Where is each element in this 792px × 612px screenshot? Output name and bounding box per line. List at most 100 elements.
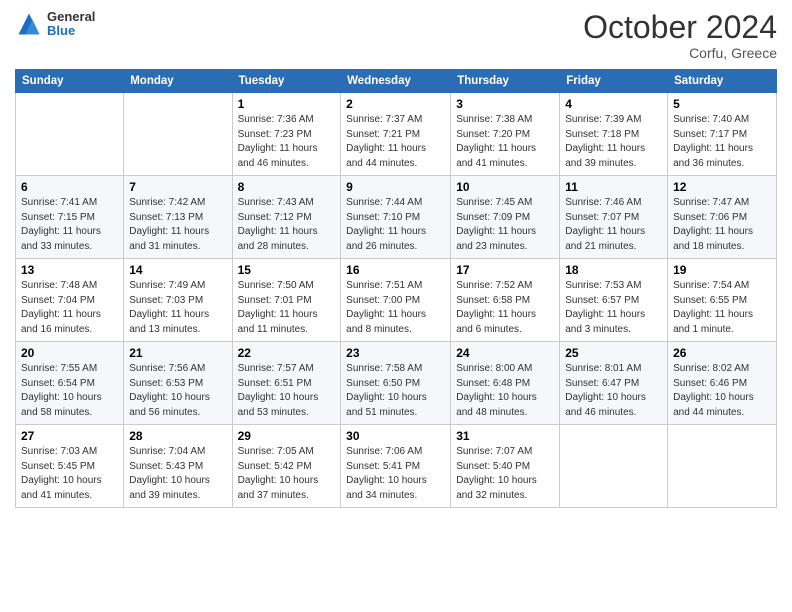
day-info: Sunrise: 7:43 AM bbox=[238, 196, 336, 211]
day-info: Sunset: 5:43 PM bbox=[129, 460, 226, 475]
day-info: Sunrise: 7:07 AM bbox=[456, 445, 554, 460]
day-info: Sunrise: 7:53 AM bbox=[565, 279, 662, 294]
day-info: Daylight: 10 hours and 32 minutes. bbox=[456, 474, 554, 503]
day-info: Daylight: 10 hours and 39 minutes. bbox=[129, 474, 226, 503]
table-row: 13Sunrise: 7:48 AMSunset: 7:04 PMDayligh… bbox=[16, 259, 124, 342]
day-info: Sunset: 6:46 PM bbox=[673, 377, 771, 392]
day-info: Sunrise: 7:57 AM bbox=[238, 362, 336, 377]
day-number: 21 bbox=[129, 346, 226, 360]
table-row: 24Sunrise: 8:00 AMSunset: 6:48 PMDayligh… bbox=[451, 342, 560, 425]
day-info: Sunrise: 8:02 AM bbox=[673, 362, 771, 377]
col-wednesday: Wednesday bbox=[341, 70, 451, 93]
day-info: Daylight: 11 hours and 8 minutes. bbox=[346, 308, 445, 337]
day-info: Sunset: 5:42 PM bbox=[238, 460, 336, 475]
table-row: 6 Sunrise: 7:41 AMSunset: 7:15 PMDaylight… bbox=[16, 176, 124, 259]
day-number: 3 bbox=[456, 97, 554, 111]
day-info: Daylight: 11 hours and 28 minutes. bbox=[238, 225, 336, 254]
day-number: 9 bbox=[346, 180, 445, 194]
logo-icon bbox=[15, 10, 43, 38]
day-number: 30 bbox=[346, 429, 445, 443]
day-info: Sunset: 6:58 PM bbox=[456, 294, 554, 309]
table-row: 30Sunrise: 7:06 AMSunset: 5:41 PMDayligh… bbox=[341, 425, 451, 508]
day-info: Daylight: 10 hours and 56 minutes. bbox=[129, 391, 226, 420]
day-info: Sunset: 6:55 PM bbox=[673, 294, 771, 309]
day-number: 16 bbox=[346, 263, 445, 277]
col-friday: Friday bbox=[560, 70, 668, 93]
day-number: 10 bbox=[456, 180, 554, 194]
day-info: Sunrise: 8:01 AM bbox=[565, 362, 662, 377]
table-row: 25Sunrise: 8:01 AMSunset: 6:47 PMDayligh… bbox=[560, 342, 668, 425]
day-info: Sunset: 6:47 PM bbox=[565, 377, 662, 392]
day-number: 5 bbox=[673, 97, 771, 111]
day-info: Sunrise: 7:56 AM bbox=[129, 362, 226, 377]
day-info: Daylight: 10 hours and 41 minutes. bbox=[21, 474, 118, 503]
day-info: Sunset: 5:41 PM bbox=[346, 460, 445, 475]
day-info: Sunrise: 7:46 AM bbox=[565, 196, 662, 211]
day-info: Daylight: 11 hours and 11 minutes. bbox=[238, 308, 336, 337]
day-info: Sunrise: 7:58 AM bbox=[346, 362, 445, 377]
day-info: Sunrise: 7:41 AM bbox=[21, 196, 118, 211]
day-number: 6 bbox=[21, 180, 118, 194]
logo-text: General Blue bbox=[47, 10, 95, 39]
table-row: 4Sunrise: 7:39 AMSunset: 7:18 PMDaylight… bbox=[560, 93, 668, 176]
day-info: Sunset: 6:54 PM bbox=[21, 377, 118, 392]
day-info: Daylight: 11 hours and 44 minutes. bbox=[346, 142, 445, 171]
day-info: Sunrise: 7:03 AM bbox=[21, 445, 118, 460]
day-number: 24 bbox=[456, 346, 554, 360]
day-info: Daylight: 11 hours and 23 minutes. bbox=[456, 225, 554, 254]
day-info: Daylight: 11 hours and 21 minutes. bbox=[565, 225, 662, 254]
day-info: Daylight: 11 hours and 6 minutes. bbox=[456, 308, 554, 337]
day-number: 17 bbox=[456, 263, 554, 277]
day-number: 27 bbox=[21, 429, 118, 443]
day-info: Sunset: 7:13 PM bbox=[129, 211, 226, 226]
logo-blue-text: Blue bbox=[47, 24, 95, 38]
table-row: 12Sunrise: 7:47 AMSunset: 7:06 PMDayligh… bbox=[668, 176, 777, 259]
calendar-week-4: 20Sunrise: 7:55 AMSunset: 6:54 PMDayligh… bbox=[16, 342, 777, 425]
day-info: Sunrise: 7:50 AM bbox=[238, 279, 336, 294]
table-row: 8Sunrise: 7:43 AMSunset: 7:12 PMDaylight… bbox=[232, 176, 341, 259]
calendar-week-1: 1Sunrise: 7:36 AMSunset: 7:23 PMDaylight… bbox=[16, 93, 777, 176]
day-info: Daylight: 11 hours and 41 minutes. bbox=[456, 142, 554, 171]
day-info: Daylight: 11 hours and 1 minute. bbox=[673, 308, 771, 337]
day-number: 2 bbox=[346, 97, 445, 111]
table-row: 23Sunrise: 7:58 AMSunset: 6:50 PMDayligh… bbox=[341, 342, 451, 425]
day-info: Sunrise: 7:37 AM bbox=[346, 113, 445, 128]
day-info: Sunrise: 7:45 AM bbox=[456, 196, 554, 211]
day-info: Sunrise: 7:55 AM bbox=[21, 362, 118, 377]
table-row: 15Sunrise: 7:50 AMSunset: 7:01 PMDayligh… bbox=[232, 259, 341, 342]
table-row: 21Sunrise: 7:56 AMSunset: 6:53 PMDayligh… bbox=[124, 342, 232, 425]
calendar-header-row: Sunday Monday Tuesday Wednesday Thursday… bbox=[16, 70, 777, 93]
day-info: Daylight: 11 hours and 3 minutes. bbox=[565, 308, 662, 337]
logo: General Blue bbox=[15, 10, 95, 39]
day-info: Sunset: 7:15 PM bbox=[21, 211, 118, 226]
day-info: Sunrise: 7:49 AM bbox=[129, 279, 226, 294]
day-info: Sunset: 7:07 PM bbox=[565, 211, 662, 226]
day-info: Sunset: 5:40 PM bbox=[456, 460, 554, 475]
day-info: Sunset: 7:00 PM bbox=[346, 294, 445, 309]
calendar-table: Sunday Monday Tuesday Wednesday Thursday… bbox=[15, 69, 777, 508]
table-row bbox=[668, 425, 777, 508]
page: General Blue October 2024 Corfu, Greece … bbox=[0, 0, 792, 523]
day-info: Sunset: 7:17 PM bbox=[673, 128, 771, 143]
day-number: 4 bbox=[565, 97, 662, 111]
day-info: Daylight: 11 hours and 13 minutes. bbox=[129, 308, 226, 337]
day-info: Sunrise: 7:51 AM bbox=[346, 279, 445, 294]
calendar-week-3: 13Sunrise: 7:48 AMSunset: 7:04 PMDayligh… bbox=[16, 259, 777, 342]
day-info: Sunset: 7:12 PM bbox=[238, 211, 336, 226]
day-info: Sunrise: 7:47 AM bbox=[673, 196, 771, 211]
day-info: Sunset: 5:45 PM bbox=[21, 460, 118, 475]
logo-general-text: General bbox=[47, 10, 95, 24]
day-number: 13 bbox=[21, 263, 118, 277]
day-info: Sunrise: 7:05 AM bbox=[238, 445, 336, 460]
day-info: Daylight: 11 hours and 33 minutes. bbox=[21, 225, 118, 254]
table-row: 17Sunrise: 7:52 AMSunset: 6:58 PMDayligh… bbox=[451, 259, 560, 342]
day-info: Sunrise: 7:40 AM bbox=[673, 113, 771, 128]
day-number: 11 bbox=[565, 180, 662, 194]
day-number: 1 bbox=[238, 97, 336, 111]
day-number: 15 bbox=[238, 263, 336, 277]
day-info: Sunset: 7:10 PM bbox=[346, 211, 445, 226]
table-row: 16 Sunrise: 7:51 AMSunset: 7:00 PMDayligh… bbox=[341, 259, 451, 342]
month-title: October 2024 bbox=[583, 10, 777, 45]
day-info: Daylight: 10 hours and 58 minutes. bbox=[21, 391, 118, 420]
day-info: Sunrise: 7:39 AM bbox=[565, 113, 662, 128]
